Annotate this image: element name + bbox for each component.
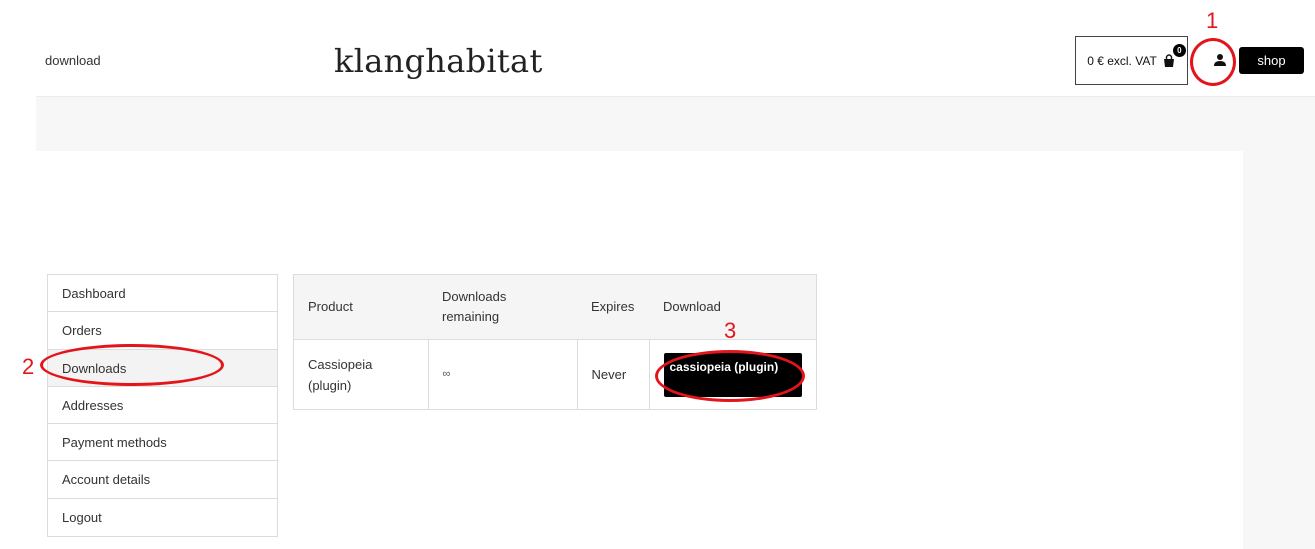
shopping-bag-icon: 0 [1162,43,1186,68]
user-icon [1213,53,1227,72]
downloads-table: Product Downloads remaining Expires Down… [293,274,817,410]
expires-cell: Never [576,339,649,410]
cart-button[interactable]: 0 € excl. VAT 0 [1075,36,1188,85]
account-nav-logout[interactable]: Logout [48,499,277,536]
download-cell: cassiopeia (plugin) [648,339,817,410]
download-file-button[interactable]: cassiopeia (plugin) [663,352,802,397]
column-header-product: Product [293,274,428,340]
cart-count-badge: 0 [1172,43,1186,57]
product-cell[interactable]: Cassiopeia (plugin) [293,339,428,410]
account-nav-addresses[interactable]: Addresses [48,387,277,425]
account-nav-dashboard[interactable]: Dashboard [48,275,277,313]
site-logo[interactable]: klanghabitat [334,42,543,80]
downloads-remaining-cell: ∞ [427,339,577,410]
page-banner [36,97,1315,151]
shop-button[interactable]: shop [1239,47,1304,74]
nav-download-link[interactable]: download [45,53,101,68]
table-row: Cassiopeia (plugin) ∞ Never cassiopeia (… [293,339,817,410]
table-header-row: Product Downloads remaining Expires Down… [293,274,817,340]
annotation-number-1: 1 [1206,8,1219,33]
column-header-expires: Expires [577,274,649,340]
annotation-number-3: 3 [724,318,737,343]
account-nav-orders[interactable]: Orders [48,312,277,350]
account-nav-payment-methods[interactable]: Payment methods [48,424,277,462]
account-button[interactable] [1202,44,1238,80]
right-gutter [1243,151,1315,549]
account-navigation: Dashboard Orders Downloads Addresses Pay… [47,274,278,538]
account-nav-account-details[interactable]: Account details [48,461,277,499]
site-header: download klanghabitat 0 € excl. VAT 0 sh… [36,28,1315,97]
account-nav-downloads[interactable]: Downloads [48,349,277,387]
annotation-number-2: 2 [22,354,35,379]
column-header-downloads-remaining: Downloads remaining [428,274,577,340]
cart-total: 0 € excl. VAT [1087,53,1157,68]
